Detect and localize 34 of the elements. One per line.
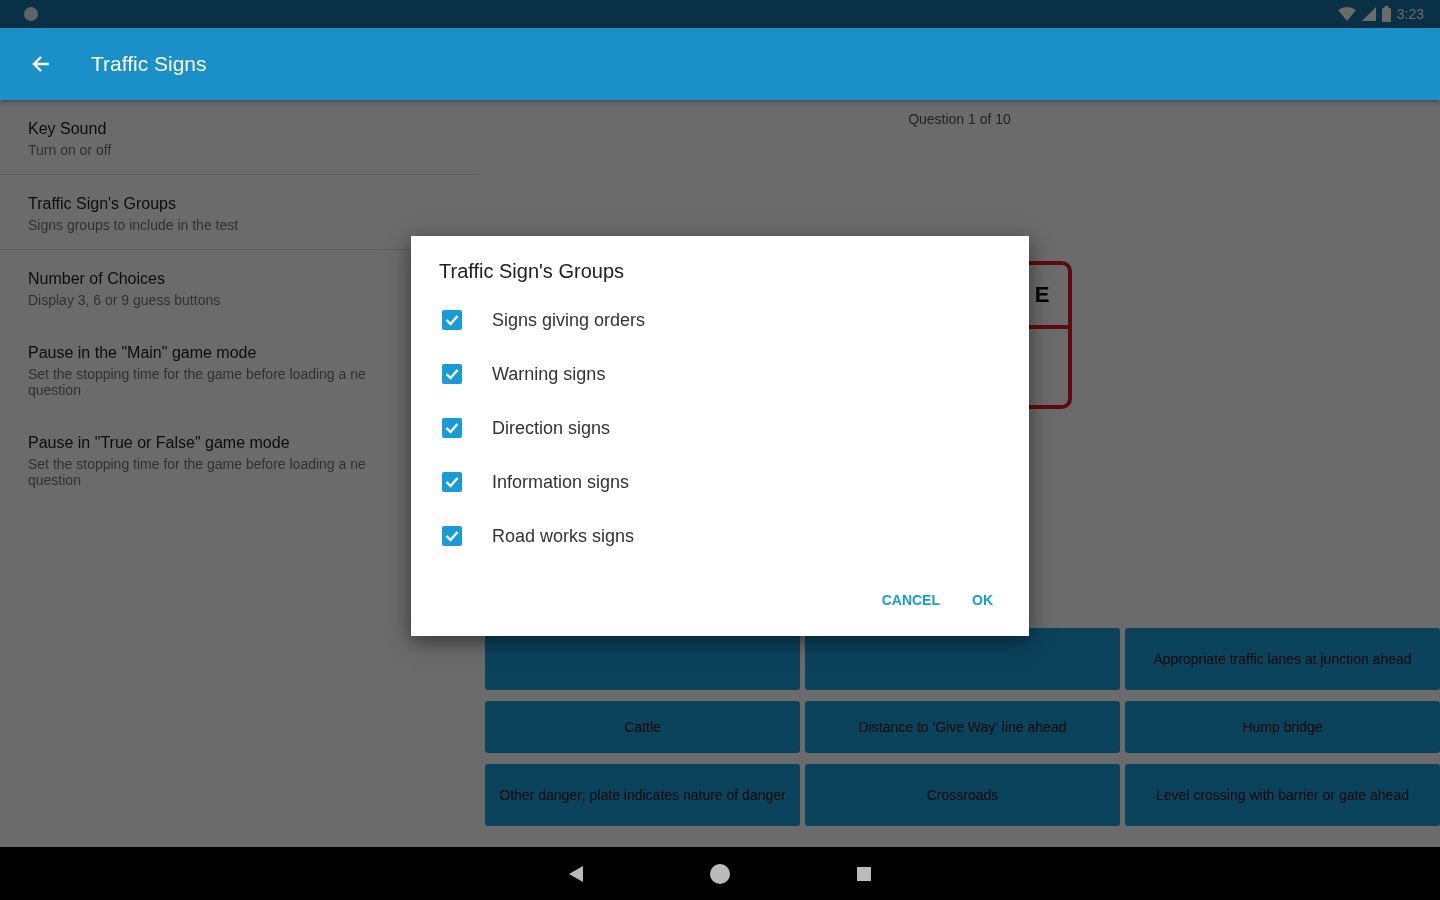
notification-icon (24, 7, 38, 21)
checkbox[interactable] (442, 472, 462, 492)
wifi-icon (1337, 7, 1356, 21)
recents-icon[interactable] (857, 866, 871, 881)
back-arrow-icon[interactable] (31, 54, 51, 74)
home-icon[interactable] (709, 862, 731, 885)
setting-item[interactable]: Key Sound Turn on or off (0, 100, 479, 175)
dialog-title: Traffic Sign's Groups (439, 260, 625, 283)
sign-text: E (1034, 282, 1050, 308)
option-label[interactable]: Road works signs (492, 525, 635, 547)
back-icon[interactable] (569, 865, 583, 882)
clock-time: 3:23 (1396, 6, 1424, 22)
question-counter: Question 1 of 10 (908, 111, 1011, 127)
answer-button[interactable]: Crossroads (805, 764, 1120, 826)
checkbox[interactable] (442, 364, 462, 384)
answer-button[interactable]: Cattle (485, 701, 800, 753)
option-label[interactable]: Signs giving orders (492, 309, 646, 331)
answer-button[interactable]: Hump bridge (1125, 701, 1440, 753)
option-label[interactable]: Warning signs (492, 363, 606, 385)
answer-button[interactable]: Other danger; plate indicates nature of danger (485, 764, 800, 826)
dialog-button[interactable]: CANCEL (873, 584, 948, 616)
option-label[interactable]: Direction signs (492, 417, 611, 439)
dialog-button[interactable]: OK (964, 584, 1001, 616)
answer-button[interactable]: Level crossing with barrier or gate ahead (1125, 764, 1440, 826)
answer-button[interactable]: Appropriate traffic lanes at junction ahead (1125, 628, 1440, 690)
checkbox[interactable] (442, 310, 462, 330)
answer-button[interactable]: Distance to 'Give Way' line ahead (805, 701, 1120, 753)
screen-title: Traffic Signs (91, 52, 207, 76)
option-label[interactable]: Information signs (492, 471, 630, 493)
checkbox[interactable] (442, 418, 462, 438)
signal-icon (1361, 7, 1376, 21)
answer-button[interactable] (805, 628, 1120, 690)
battery-icon (1381, 6, 1391, 22)
checkbox[interactable] (442, 526, 462, 546)
